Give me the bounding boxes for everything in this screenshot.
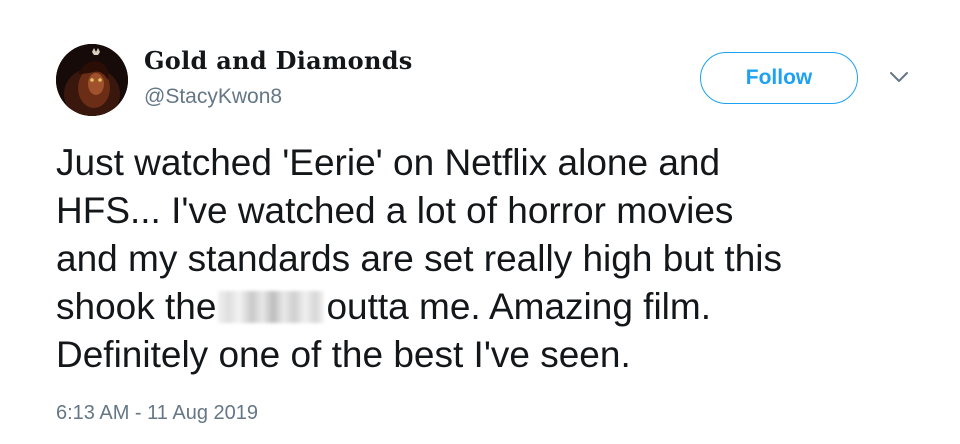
tweet-line: and my standards are set really high but… xyxy=(56,238,782,279)
tweet-timestamp[interactable]: 6:13 AM - 11 Aug 2019 xyxy=(56,402,258,425)
tweet-card: Gold and Diamonds @StacyKwon8 Follow Jus… xyxy=(0,0,960,444)
tweet-line: shook the outta me. Amazing film. xyxy=(56,283,936,331)
avatar-image xyxy=(56,44,128,116)
tweet-line: Just watched 'Eerie' on Netflix alone an… xyxy=(56,142,721,183)
tweet-line-start: shook the xyxy=(56,286,217,327)
tweet-text: Just watched 'Eerie' on Netflix alone an… xyxy=(56,139,936,379)
follow-button[interactable]: Follow xyxy=(700,52,858,104)
tweet-line-end: outta me. Amazing film. xyxy=(326,286,711,327)
tweet-line: HFS... I've watched a lot of horror movi… xyxy=(56,190,734,231)
chevron-down-icon[interactable] xyxy=(888,70,910,84)
avatar[interactable] xyxy=(56,44,128,116)
tweet-line: Definitely one of the best I've seen. xyxy=(56,334,631,375)
display-name[interactable]: Gold and Diamonds xyxy=(144,46,413,75)
user-handle[interactable]: @StacyKwon8 xyxy=(144,85,282,109)
censored-word-blur xyxy=(218,291,325,323)
